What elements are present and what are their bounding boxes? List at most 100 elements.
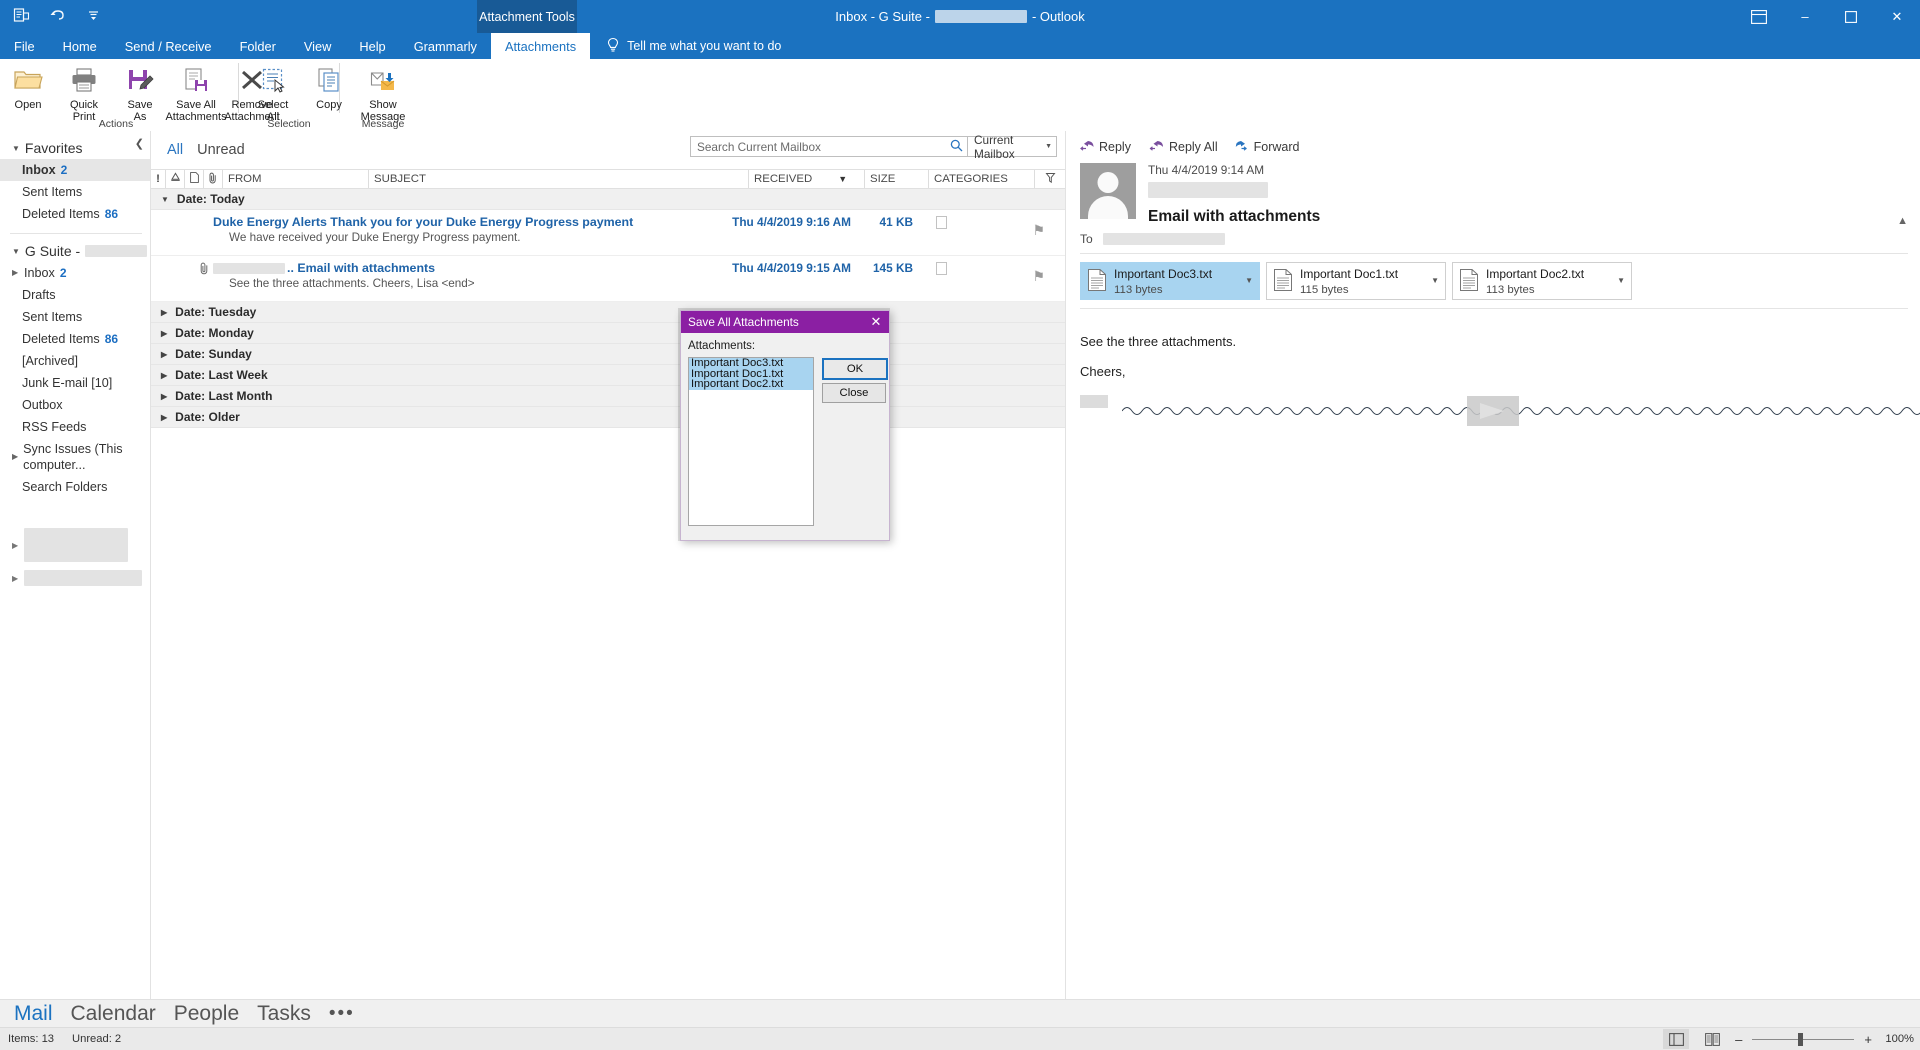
select-all-button[interactable]: Select All <box>245 61 301 123</box>
chevron-down-icon[interactable]: ▼ <box>1617 276 1625 285</box>
reply-all-button[interactable]: Reply All <box>1148 139 1218 155</box>
column-attachment[interactable] <box>203 170 222 188</box>
nav-tasks[interactable]: Tasks <box>257 1002 311 1026</box>
message-category-box[interactable] <box>936 216 947 229</box>
sidebar-item-favorites-deleted[interactable]: Deleted Items 86 <box>0 203 150 225</box>
search-icon[interactable] <box>950 139 963 155</box>
sidebar-item-inbox[interactable]: ▶ Inbox 2 <box>0 262 150 284</box>
tab-send-receive[interactable]: Send / Receive <box>111 33 226 59</box>
sidebar-redacted-group-1[interactable]: ▶ <box>0 524 150 566</box>
flag-icon[interactable]: ⚑ <box>1032 222 1045 239</box>
attachments-listbox[interactable]: Important Doc3.txt Important Doc1.txt Im… <box>688 357 814 526</box>
group-header-sunday[interactable]: ▶ Date: Sunday <box>151 344 1065 365</box>
tab-grammarly[interactable]: Grammarly <box>400 33 491 59</box>
reading-view-icon[interactable] <box>1699 1029 1725 1049</box>
collapse-folder-pane-icon[interactable]: ❮ <box>135 137 144 150</box>
group-header-last-month[interactable]: ▶ Date: Last Month <box>151 386 1065 407</box>
column-from[interactable]: FROM <box>222 170 368 188</box>
reply-button[interactable]: Reply <box>1080 139 1131 155</box>
attachment-chip-doc3[interactable]: Important Doc3.txt 113 bytes ▼ <box>1080 262 1260 300</box>
ok-button[interactable]: OK <box>822 358 888 380</box>
sidebar-item-favorites-sent[interactable]: Sent Items <box>0 181 150 203</box>
group-header-older[interactable]: ▶ Date: Older <box>151 407 1065 428</box>
zoom-slider[interactable] <box>1752 1032 1855 1046</box>
sidebar-redacted-group-2[interactable]: ▶ <box>0 566 150 590</box>
list-item[interactable]: Important Doc2.txt <box>689 379 813 390</box>
nav-more-options[interactable]: ••• <box>329 1003 355 1025</box>
close-button[interactable]: Close <box>822 383 886 403</box>
column-reminder[interactable] <box>165 170 184 188</box>
sidebar-item-sync-issues[interactable]: ▶ Sync Issues (This computer... <box>0 438 150 476</box>
ribbon-display-options-icon[interactable] <box>1736 0 1782 33</box>
tab-folder[interactable]: Folder <box>226 33 290 59</box>
sidebar-item-favorites-inbox[interactable]: Inbox 2 <box>0 159 150 181</box>
flag-icon[interactable]: ⚑ <box>1032 268 1045 285</box>
sidebar-item-sent-items[interactable]: Sent Items <box>0 306 150 328</box>
save-send-icon[interactable] <box>10 4 32 26</box>
column-received[interactable]: RECEIVED ▼ <box>748 170 864 188</box>
column-importance[interactable]: ! <box>151 170 165 188</box>
tell-me-search[interactable]: Tell me what you want to do <box>590 33 781 59</box>
minimize-button[interactable]: – <box>1782 0 1828 33</box>
group-header-today[interactable]: ▼ Date: Today <box>151 189 1065 210</box>
zoom-level[interactable]: 100% <box>1882 1033 1914 1045</box>
nav-calendar[interactable]: Calendar <box>71 1002 156 1026</box>
column-document[interactable] <box>184 170 203 188</box>
tab-file[interactable]: File <box>0 33 49 59</box>
close-icon[interactable]: ✕ <box>863 311 889 333</box>
maximize-button[interactable] <box>1828 0 1874 33</box>
table-row[interactable]: .. Email with attachments See the three … <box>151 256 1065 302</box>
chevron-right-icon[interactable]: ▶ <box>12 574 18 583</box>
filter-all[interactable]: All <box>167 142 183 158</box>
attachment-chip-doc2[interactable]: Important Doc2.txt 113 bytes ▼ <box>1452 262 1632 300</box>
column-size[interactable]: SIZE <box>864 170 928 188</box>
tab-attachments[interactable]: Attachments <box>490 33 591 59</box>
table-row[interactable]: Duke Energy Alerts Thank you for your Du… <box>151 210 1065 256</box>
quick-print-button[interactable]: Quick Print <box>56 61 112 123</box>
tab-help[interactable]: Help <box>345 33 399 59</box>
tab-view[interactable]: View <box>290 33 346 59</box>
chevron-down-icon[interactable]: ▼ <box>1245 276 1253 285</box>
group-header-tuesday[interactable]: ▶ Date: Tuesday <box>151 302 1065 323</box>
chevron-right-icon[interactable]: ▶ <box>12 265 19 281</box>
tab-home[interactable]: Home <box>49 33 111 59</box>
search-scope-dropdown[interactable]: Current Mailbox ▼ <box>968 133 1057 161</box>
expand-header-icon[interactable]: ▲ <box>1897 215 1908 227</box>
attachment-chip-doc1[interactable]: Important Doc1.txt 115 bytes ▼ <box>1266 262 1446 300</box>
sidebar-item-rss-feeds[interactable]: RSS Feeds <box>0 416 150 438</box>
column-flag-filter[interactable] <box>1034 170 1065 188</box>
sidebar-item-outbox[interactable]: Outbox <box>0 394 150 416</box>
sidebar-item-search-folders[interactable]: Search Folders <box>0 476 150 498</box>
filter-unread[interactable]: Unread <box>197 142 245 158</box>
undo-icon[interactable] <box>46 4 68 26</box>
chevron-right-icon[interactable]: ▶ <box>12 541 18 550</box>
sidebar-item-deleted-items[interactable]: Deleted Items 86 <box>0 328 150 350</box>
zoom-out-button[interactable]: – <box>1735 1032 1742 1047</box>
column-subject[interactable]: SUBJECT <box>368 170 748 188</box>
group-header-monday[interactable]: ▶ Date: Monday <box>151 323 1065 344</box>
open-button[interactable]: Open <box>0 61 56 112</box>
zoom-in-button[interactable]: + <box>1864 1032 1872 1047</box>
forward-button[interactable]: Forward <box>1235 139 1299 155</box>
normal-view-icon[interactable] <box>1663 1029 1690 1049</box>
save-all-attachments-button[interactable]: Save All Attachments <box>165 61 227 123</box>
group-header-last-week[interactable]: ▶ Date: Last Week <box>151 365 1065 386</box>
account-header[interactable]: ▼ G Suite - <box>0 240 150 262</box>
save-as-button[interactable]: Save As <box>112 61 168 123</box>
column-categories[interactable]: CATEGORIES <box>928 170 1034 188</box>
list-item[interactable]: Important Doc3.txt <box>689 358 813 369</box>
favorites-header[interactable]: ▼ Favorites <box>0 137 150 159</box>
sidebar-item-junk-email[interactable]: Junk E-mail [10] <box>0 372 150 394</box>
chevron-right-icon[interactable]: ▶ <box>12 449 18 465</box>
sidebar-item-drafts[interactable]: Drafts <box>0 284 150 306</box>
nav-mail[interactable]: Mail <box>14 1002 53 1026</box>
close-button[interactable]: ✕ <box>1874 0 1920 33</box>
search-input[interactable]: Search Current Mailbox <box>690 136 968 157</box>
zoom-slider-thumb[interactable] <box>1798 1032 1804 1046</box>
nav-people[interactable]: People <box>174 1002 239 1026</box>
chevron-down-icon[interactable]: ▼ <box>1431 276 1439 285</box>
sidebar-item-archived[interactable]: [Archived] <box>0 350 150 372</box>
customize-qat-icon[interactable] <box>82 4 104 26</box>
show-message-button[interactable]: Show Message <box>346 61 420 123</box>
message-category-box[interactable] <box>936 262 947 275</box>
